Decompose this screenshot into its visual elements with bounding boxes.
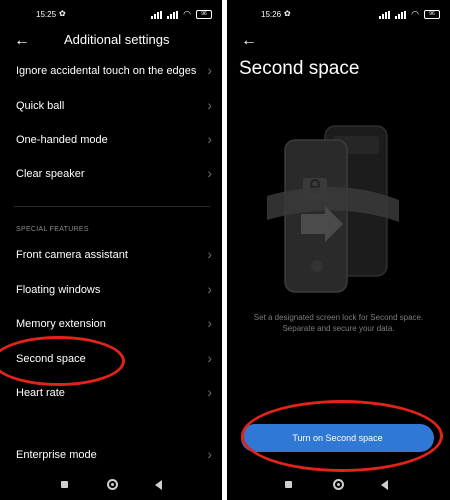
setting-label: Ignore accidental touch on the edges — [16, 65, 197, 77]
setting-label: Floating windows — [16, 284, 101, 296]
chevron-right-icon: › — [207, 281, 212, 297]
setting-label: Front camera assistant — [16, 249, 128, 261]
header: ← — [227, 30, 450, 50]
setting-label: Enterprise mode — [16, 449, 97, 461]
chevron-right-icon: › — [207, 131, 212, 147]
chevron-right-icon: › — [207, 384, 212, 400]
setting-memory-extension[interactable]: Memory extension › — [0, 309, 222, 343]
status-time: 15:25 — [36, 10, 57, 19]
chevron-right-icon: › — [207, 246, 212, 262]
battery-icon: 96 — [424, 10, 440, 19]
home-icon[interactable] — [333, 479, 344, 490]
setting-ignore-accidental-touch[interactable]: Ignore accidental touch on the edges › — [0, 56, 222, 90]
navigation-bar — [0, 478, 222, 492]
setting-label: Clear speaker — [16, 168, 85, 180]
navigation-bar — [227, 478, 450, 492]
second-space-screen: 15:26 ✿ ◠ 96 ← Second space Set a design… — [227, 0, 450, 500]
setting-one-handed-mode[interactable]: One-handed mode › — [0, 125, 222, 159]
divider — [14, 206, 210, 207]
chevron-right-icon: › — [207, 315, 212, 331]
wifi-icon: ◠ — [183, 9, 191, 19]
setting-clear-speaker[interactable]: Clear speaker › — [0, 159, 222, 193]
chevron-right-icon: › — [207, 62, 212, 78]
setting-floating-windows[interactable]: Floating windows › — [0, 275, 222, 309]
setting-label: One-handed mode — [16, 134, 108, 146]
status-bar: 15:25 ✿ ◠ 96 — [0, 8, 222, 22]
wifi-icon: ◠ — [411, 9, 419, 19]
back-arrow-icon[interactable]: ← — [14, 32, 30, 50]
status-bar: 15:26 ✿ ◠ 96 — [227, 8, 450, 22]
chevron-right-icon: › — [207, 350, 212, 366]
setting-quick-ball[interactable]: Quick ball › — [0, 91, 222, 125]
battery-icon: 96 — [196, 10, 212, 19]
recents-icon[interactable] — [61, 481, 68, 488]
settings-gear-icon: ✿ — [284, 9, 291, 18]
signal-icon — [151, 10, 163, 19]
chevron-right-icon: › — [207, 446, 212, 462]
status-time: 15:26 — [261, 10, 282, 19]
additional-settings-screen: 15:25 ✿ ◠ 96 ← Additional settings Ignor… — [0, 0, 222, 500]
setting-label: Quick ball — [16, 100, 65, 112]
section-header-special-features: SPECIAL FEATURES — [16, 226, 89, 233]
header: ← Additional settings — [0, 30, 222, 50]
nav-back-icon[interactable] — [381, 480, 388, 490]
home-icon[interactable] — [107, 479, 118, 490]
chevron-right-icon: › — [207, 97, 212, 113]
dual-phone-illustration — [267, 125, 399, 293]
back-arrow-icon[interactable]: ← — [241, 32, 257, 50]
turn-on-second-space-button[interactable]: Turn on Second space — [241, 424, 434, 452]
signal-icon — [379, 10, 391, 19]
setting-enterprise-mode[interactable]: Enterprise mode › — [0, 440, 222, 474]
chevron-right-icon: › — [207, 165, 212, 181]
setting-heart-rate[interactable]: Heart rate › — [0, 378, 222, 412]
description: Set a designated screen lock for Second … — [227, 312, 450, 334]
setting-label: Heart rate — [16, 387, 65, 399]
description-line: Set a designated screen lock for Second … — [253, 313, 424, 322]
setting-second-space[interactable]: Second space › — [0, 344, 222, 378]
setting-label: Memory extension — [16, 318, 106, 330]
setting-front-camera-assistant[interactable]: Front camera assistant › — [0, 240, 222, 274]
page-title: Additional settings — [64, 32, 170, 47]
signal-icon-2 — [167, 10, 179, 19]
recents-icon[interactable] — [285, 481, 292, 488]
settings-gear-icon: ✿ — [59, 9, 66, 18]
nav-back-icon[interactable] — [155, 480, 162, 490]
setting-label: Second space — [16, 353, 86, 365]
description-line: Separate and secure your data. — [282, 324, 395, 333]
signal-icon-2 — [395, 10, 407, 19]
page-title: Second space — [239, 58, 360, 79]
